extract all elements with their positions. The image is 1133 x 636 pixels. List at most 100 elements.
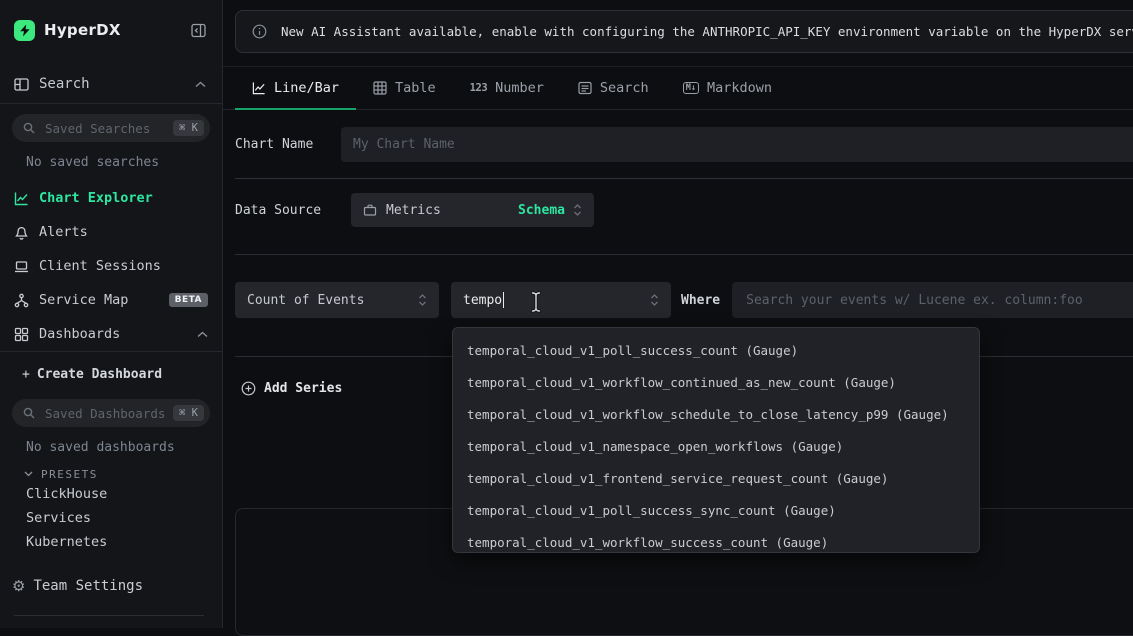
hyperdx-logo-icon — [14, 20, 35, 41]
nav-label: Dashboards — [39, 326, 120, 342]
chart-name-input[interactable] — [341, 127, 1133, 162]
preset-kubernetes[interactable]: Kubernetes — [0, 530, 222, 554]
circle-plus-icon — [241, 381, 256, 396]
hierarchy-icon — [14, 293, 29, 308]
metric-option[interactable]: temporal_cloud_v1_workflow_continued_as_… — [453, 367, 979, 399]
divider — [235, 178, 1133, 179]
database-icon — [363, 203, 377, 217]
shortcut-badge: ⌘ K — [173, 120, 204, 136]
sidebar-item-client-sessions[interactable]: Client Sessions — [0, 249, 222, 283]
chevron-down-icon — [24, 471, 33, 477]
divider — [14, 615, 204, 616]
bell-icon — [14, 225, 29, 240]
sidebar-nav: Chart Explorer Alerts Client Sessions Se… — [0, 181, 222, 351]
create-dashboard-label: Create Dashboard — [37, 367, 162, 382]
nav-label: Service Map — [39, 292, 128, 308]
metric-option[interactable]: temporal_cloud_v1_frontend_service_reque… — [453, 463, 979, 495]
no-saved-searches-text: No saved searches — [26, 155, 222, 171]
nav-label: Client Sessions — [39, 258, 161, 274]
series-row: Count of Events tempo Where — [235, 282, 1133, 318]
chart-line-icon — [14, 191, 29, 206]
chevron-updown-icon — [418, 294, 427, 306]
line-chart-icon — [252, 81, 266, 95]
preset-services[interactable]: Services — [0, 506, 222, 530]
presets-header-label: PRESETS — [41, 468, 98, 481]
aggregation-value: Count of Events — [247, 293, 364, 308]
sidebar-collapse-icon[interactable] — [191, 23, 206, 38]
data-source-label: Data Source — [235, 203, 321, 218]
number-123-icon: 123 — [470, 82, 487, 94]
chart-type-tabs: Line/Bar Table 123 Number Search M↓ Mark… — [223, 67, 1133, 110]
aggregation-select[interactable]: Count of Events — [235, 282, 439, 318]
data-source-select[interactable]: Metrics Schema — [351, 193, 594, 227]
sidebar-item-alerts[interactable]: Alerts — [0, 215, 222, 249]
team-settings-label: Team Settings — [33, 578, 143, 594]
brand-title: HyperDX — [44, 21, 121, 39]
tab-table[interactable]: Table — [356, 67, 453, 109]
tab-search[interactable]: Search — [561, 67, 666, 109]
saved-dashboards-input[interactable]: ⌘ K — [12, 399, 210, 427]
no-saved-dashboards-text: No saved dashboards — [26, 440, 222, 456]
add-series-button[interactable]: Add Series — [241, 374, 342, 402]
divider — [235, 254, 1133, 255]
metric-option[interactable]: temporal_cloud_v1_poll_success_sync_coun… — [453, 495, 979, 527]
table-icon — [373, 81, 387, 95]
presets-header[interactable]: PRESETS — [24, 466, 222, 482]
banner-text: New AI Assistant available, enable with … — [281, 24, 1133, 39]
plus-icon: + — [22, 367, 30, 382]
chevron-updown-icon — [573, 204, 582, 216]
grid-icon — [14, 327, 29, 342]
sidebar-search-label: Search — [39, 76, 90, 92]
create-dashboard-button[interactable]: + Create Dashboard — [0, 360, 222, 388]
tab-label: Table — [395, 80, 436, 96]
tab-label: Line/Bar — [274, 80, 339, 96]
metric-option[interactable]: temporal_cloud_v1_poll_success_count (Ga… — [453, 335, 979, 367]
nav-label: Alerts — [39, 224, 88, 240]
search-icon — [23, 407, 35, 419]
chart-name-row: Chart Name — [235, 127, 1133, 162]
chart-name-label: Chart Name — [235, 137, 329, 152]
tab-number[interactable]: 123 Number — [453, 67, 561, 109]
main-content: New AI Assistant available, enable with … — [223, 0, 1133, 628]
preset-clickhouse[interactable]: ClickHouse — [0, 482, 222, 506]
chevron-updown-icon — [650, 294, 659, 306]
saved-searches-field[interactable] — [43, 120, 173, 137]
sidebar-item-service-map[interactable]: Service Map BETA — [0, 283, 222, 317]
search-icon — [23, 122, 35, 134]
logo-row: HyperDX — [0, 0, 222, 44]
where-search-input[interactable] — [732, 282, 1133, 318]
metric-option[interactable]: temporal_cloud_v1_namespace_open_workflo… — [453, 431, 979, 463]
info-icon — [252, 24, 267, 39]
nav-label: Chart Explorer — [39, 190, 153, 206]
sidebar-item-team-settings[interactable]: ⚙ Team Settings — [0, 576, 222, 596]
sidebar-item-chart-explorer[interactable]: Chart Explorer — [0, 181, 222, 215]
tab-label: Markdown — [707, 80, 772, 96]
saved-searches-input[interactable]: ⌘ K — [12, 114, 210, 142]
schema-button[interactable]: Schema — [518, 203, 565, 218]
metric-suggestions-dropdown: temporal_cloud_v1_poll_success_count (Ga… — [452, 327, 980, 553]
sidebar-item-search[interactable]: Search — [0, 74, 222, 94]
text-caret — [503, 292, 504, 308]
metric-combobox[interactable]: tempo — [451, 282, 671, 318]
list-icon — [578, 81, 592, 95]
tab-markdown[interactable]: M↓ Markdown — [666, 67, 789, 109]
sidebar: HyperDX Search ⌘ K No saved searches Cha… — [0, 0, 223, 628]
divider — [0, 103, 222, 104]
metric-query-text: tempo — [463, 293, 502, 308]
metric-option[interactable]: temporal_cloud_v1_workflow_schedule_to_c… — [453, 399, 979, 431]
gear-icon: ⚙ — [12, 579, 25, 594]
data-source-row: Data Source Metrics Schema — [235, 193, 1133, 227]
sidebar-item-dashboards[interactable]: Dashboards — [0, 317, 222, 351]
divider — [0, 351, 222, 352]
add-series-label: Add Series — [264, 381, 342, 396]
laptop-icon — [14, 259, 29, 274]
metric-option[interactable]: temporal_cloud_v1_workflow_success_count… — [453, 527, 979, 553]
chevron-up-icon[interactable] — [195, 81, 206, 88]
tab-line-bar[interactable]: Line/Bar — [235, 67, 356, 109]
shortcut-badge: ⌘ K — [173, 405, 204, 421]
saved-dashboards-field[interactable] — [43, 405, 173, 422]
tab-label: Search — [600, 80, 649, 96]
data-source-value: Metrics — [386, 203, 441, 218]
beta-badge: BETA — [169, 293, 208, 307]
chevron-up-icon[interactable] — [197, 331, 208, 338]
